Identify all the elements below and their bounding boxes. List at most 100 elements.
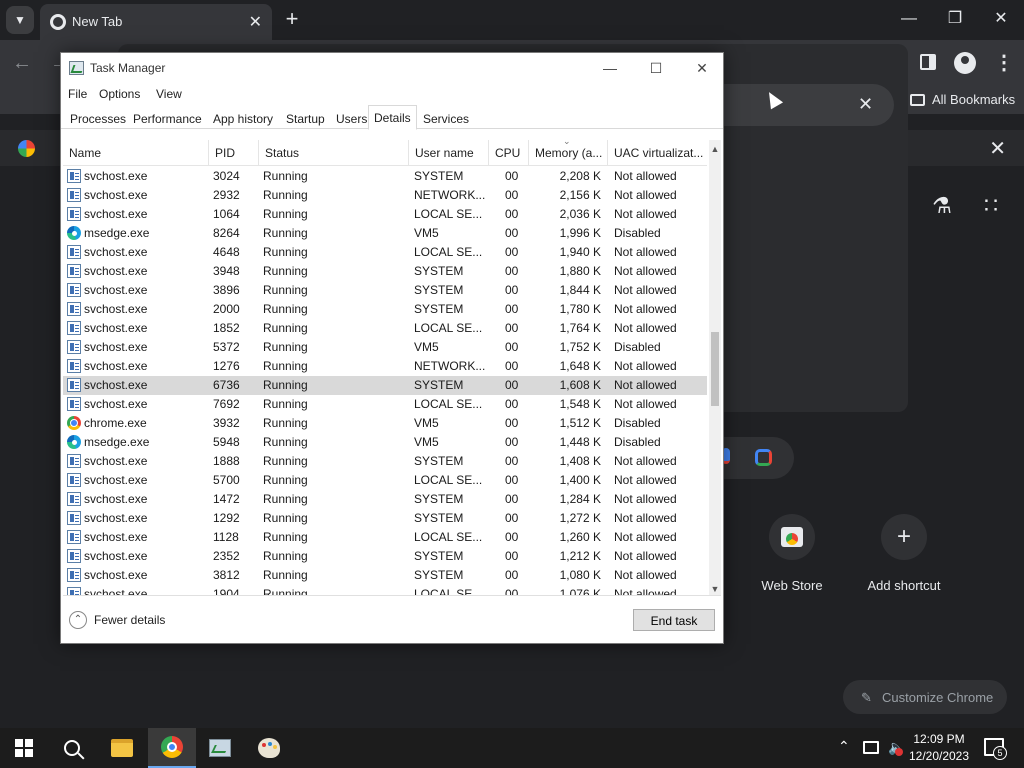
back-arrow-icon[interactable]: ← bbox=[12, 52, 32, 75]
table-row[interactable]: svchost.exe 1276 Running NETWORK... 00 1,648 … bbox=[63, 357, 707, 376]
menu-view[interactable]: View bbox=[156, 87, 182, 101]
tab-search-chevron-icon[interactable]: ▼ bbox=[6, 6, 34, 34]
scrollbar-thumb[interactable] bbox=[711, 332, 719, 406]
tm-maximize-icon[interactable]: ☐ bbox=[633, 53, 679, 83]
svchost-icon bbox=[67, 207, 81, 221]
tab-details[interactable]: Details bbox=[368, 105, 417, 130]
chrome-minimize-icon[interactable]: — bbox=[896, 8, 922, 30]
tm-close-icon[interactable]: ✕ bbox=[679, 53, 725, 83]
customize-chrome-button[interactable]: ✎ Customize Chrome bbox=[843, 680, 1007, 714]
tab-app-history[interactable]: App history bbox=[207, 107, 279, 129]
process-status: Running bbox=[263, 568, 308, 582]
table-row[interactable]: svchost.exe 3896 Running SYSTEM 00 1,844 K Not… bbox=[63, 281, 707, 300]
table-row[interactable]: svchost.exe 7692 Running LOCAL SE... 00 1,548… bbox=[63, 395, 707, 414]
table-row[interactable]: svchost.exe 2352 Running SYSTEM 00 1,212 K Not… bbox=[63, 547, 707, 566]
side-panel-icon[interactable] bbox=[920, 54, 936, 70]
process-memory: 1,448 K bbox=[559, 435, 601, 449]
new-tab-plus-icon[interactable]: + bbox=[282, 8, 302, 30]
profile-avatar-icon[interactable] bbox=[954, 52, 976, 74]
google-apps-grid-icon[interactable]: ∷ bbox=[978, 193, 1004, 219]
tab-new-tab[interactable]: New Tab ✕ bbox=[40, 4, 272, 40]
process-cpu: 00 bbox=[505, 302, 519, 316]
table-row[interactable]: svchost.exe 5372 Running VM5 00 1,752 K Disabl… bbox=[63, 338, 707, 357]
process-user: SYSTEM bbox=[414, 302, 464, 316]
shortcut-web-store[interactable]: Web Store bbox=[737, 514, 847, 593]
tab-close-icon[interactable]: ✕ bbox=[249, 12, 262, 32]
scroll-up-icon[interactable]: ▲ bbox=[709, 144, 721, 154]
column-header-pid[interactable]: PID bbox=[209, 140, 259, 166]
tab-performance[interactable]: Performance bbox=[127, 107, 208, 129]
task-manager-window: Task Manager — ☐ ✕ File Options View Pro… bbox=[60, 52, 724, 644]
taskbar-search-button[interactable] bbox=[48, 728, 96, 768]
table-row[interactable]: msedge.exe 8264 Running VM5 00 1,996 K Disable… bbox=[63, 224, 707, 243]
svchost-icon bbox=[67, 378, 81, 392]
process-cpu: 00 bbox=[505, 530, 519, 544]
process-cpu: 00 bbox=[505, 359, 519, 373]
tab-startup[interactable]: Startup bbox=[280, 107, 331, 129]
folder-icon bbox=[910, 93, 925, 106]
process-status: Running bbox=[263, 340, 308, 354]
chrome-menu-icon[interactable]: ⋮ bbox=[994, 50, 1014, 75]
taskbar-file-explorer[interactable] bbox=[98, 728, 146, 768]
table-row[interactable]: svchost.exe 5700 Running LOCAL SE... 00 1,400… bbox=[63, 471, 707, 490]
column-header-status[interactable]: Status bbox=[259, 140, 409, 166]
table-row[interactable]: svchost.exe 1888 Running SYSTEM 00 1,408 K Not… bbox=[63, 452, 707, 471]
table-row[interactable]: svchost.exe 3948 Running SYSTEM 00 1,880 K Not… bbox=[63, 262, 707, 281]
chrome-labs-flask-icon[interactable]: ⚗ bbox=[930, 193, 954, 219]
google-lens-icon[interactable] bbox=[755, 449, 772, 466]
table-row[interactable]: svchost.exe 1852 Running LOCAL SE... 00 1,764… bbox=[63, 319, 707, 338]
all-bookmarks-button[interactable]: All Bookmarks bbox=[910, 92, 1015, 107]
network-icon[interactable] bbox=[863, 741, 879, 754]
omnibox-clear-icon[interactable]: ✕ bbox=[858, 94, 873, 115]
pencil-icon: ✎ bbox=[861, 689, 872, 705]
taskbar-task-manager[interactable] bbox=[196, 728, 244, 768]
end-task-button[interactable]: End task bbox=[633, 609, 715, 631]
column-header-name[interactable]: Name bbox=[63, 140, 209, 166]
process-memory: 1,752 K bbox=[559, 340, 601, 354]
tray-overflow-chevron-icon[interactable]: ⌃ bbox=[838, 738, 850, 755]
table-row[interactable]: svchost.exe 3024 Running SYSTEM 00 2,208 K Not… bbox=[63, 167, 707, 186]
column-header-cpu[interactable]: CPU bbox=[489, 140, 529, 166]
fewer-details-link[interactable]: Fewer details bbox=[94, 613, 165, 627]
process-user: VM5 bbox=[414, 340, 439, 354]
vertical-scrollbar[interactable]: ▲ ▼ bbox=[709, 140, 721, 595]
table-row[interactable]: svchost.exe 4648 Running LOCAL SE... 00 1,940… bbox=[63, 243, 707, 262]
table-row[interactable]: chrome.exe 3932 Running VM5 00 1,512 K Disable… bbox=[63, 414, 707, 433]
table-row[interactable]: svchost.exe 1472 Running SYSTEM 00 1,284 K Not… bbox=[63, 490, 707, 509]
chevron-up-icon[interactable]: ⌃ bbox=[69, 611, 87, 629]
table-row[interactable]: svchost.exe 6736 Running SYSTEM 00 1,608 K Not… bbox=[63, 376, 707, 395]
chrome-restore-icon[interactable]: ❐ bbox=[942, 8, 968, 30]
table-row[interactable]: msedge.exe 5948 Running VM5 00 1,448 K Disable… bbox=[63, 433, 707, 452]
task-manager-titlebar[interactable]: Task Manager — ☐ ✕ bbox=[61, 53, 723, 83]
tab-services[interactable]: Services bbox=[417, 107, 475, 129]
table-row[interactable]: svchost.exe 1064 Running LOCAL SE... 00 2,036… bbox=[63, 205, 707, 224]
tm-minimize-icon[interactable]: — bbox=[587, 53, 633, 83]
process-uac: Not allowed bbox=[614, 264, 677, 278]
start-icon bbox=[15, 739, 33, 757]
tab-users[interactable]: Users bbox=[330, 107, 373, 129]
notification-count-badge: 5 bbox=[993, 746, 1007, 760]
menu-options[interactable]: Options bbox=[99, 87, 140, 101]
shortcut-add[interactable]: + Add shortcut bbox=[849, 514, 959, 593]
column-header-user-name[interactable]: User name bbox=[409, 140, 489, 166]
start-button[interactable] bbox=[0, 728, 48, 768]
process-cpu: 00 bbox=[505, 473, 519, 487]
table-row[interactable]: svchost.exe 1128 Running LOCAL SE... 00 1,260… bbox=[63, 528, 707, 547]
taskbar-chrome[interactable] bbox=[148, 728, 196, 768]
taskbar-clock[interactable]: 12:09 PM 12/20/2023 bbox=[904, 731, 974, 765]
table-row[interactable]: svchost.exe 3812 Running SYSTEM 00 1,080 K Not… bbox=[63, 566, 707, 585]
process-name: svchost.exe bbox=[84, 549, 148, 563]
scroll-down-icon[interactable]: ▼ bbox=[709, 584, 721, 594]
table-row[interactable]: svchost.exe 2932 Running NETWORK... 00 2,156 … bbox=[63, 186, 707, 205]
sort-descending-icon: ⌄ bbox=[563, 140, 571, 146]
taskbar-paint[interactable] bbox=[245, 728, 293, 768]
column-header-uac[interactable]: UAC virtualizat... bbox=[608, 140, 707, 166]
process-pid: 1292 bbox=[213, 511, 240, 525]
table-row[interactable]: svchost.exe 1292 Running SYSTEM 00 1,272 K Not… bbox=[63, 509, 707, 528]
table-row[interactable]: svchost.exe 1904 Running LOCAL SE... 00 1,076… bbox=[63, 585, 707, 595]
table-row[interactable]: svchost.exe 2000 Running SYSTEM 00 1,780 K Not… bbox=[63, 300, 707, 319]
chrome-close-icon[interactable]: ✕ bbox=[988, 8, 1014, 30]
promo-close-icon[interactable]: ✕ bbox=[989, 136, 1006, 161]
menu-file[interactable]: File bbox=[68, 87, 87, 101]
tab-processes[interactable]: Processes bbox=[64, 107, 132, 129]
